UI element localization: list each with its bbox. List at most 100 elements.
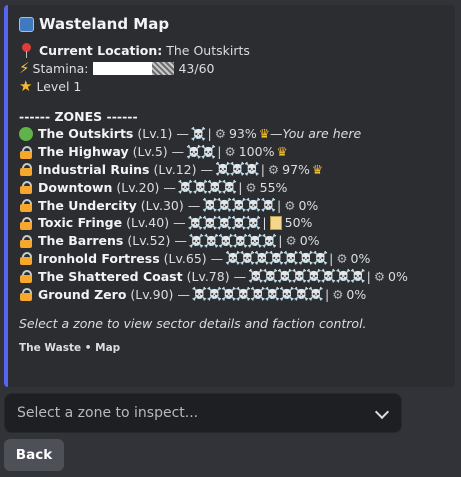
- zone-name: The Shattered Coast: [38, 268, 183, 284]
- zone-name: The Highway: [38, 144, 129, 160]
- zone-name: The Undercity: [38, 197, 137, 213]
- star-icon: ★: [19, 77, 33, 95]
- zone-level: (Lv.90): [130, 286, 174, 302]
- zone-stat: 100%: [238, 144, 275, 160]
- zone-stat: 93%: [228, 126, 257, 142]
- skull-icons: ☠️☠️☠️☠️☠️: [187, 214, 262, 230]
- zone-row: Ironhold Fortress (Lv.65) — ☠️☠️☠️☠️☠️☠️☠…: [19, 250, 447, 268]
- zone-stat: 0%: [388, 268, 408, 284]
- zone-level: (Lv.12): [153, 161, 197, 177]
- zone-name: Industrial Ruins: [38, 161, 150, 177]
- skull-icons: ☠️☠️☠️☠️: [177, 179, 237, 195]
- zone-name: Toxic Fringe: [38, 215, 123, 231]
- lock-icon: [19, 287, 33, 302]
- lock-icon: [19, 198, 33, 213]
- zone-row: The Highway (Lv.5) — ☠️☠️ | ⚙ 100% ♛: [19, 143, 447, 161]
- skull-icons: ☠️☠️☠️☠️☠️☠️: [188, 232, 277, 248]
- gear-icon: ⚙: [245, 179, 257, 195]
- zone-row: The Shattered Coast (Lv.78) — ☠️☠️☠️☠️☠️☠…: [19, 267, 447, 285]
- zone-stat: 50%: [284, 215, 313, 231]
- lock-icon: [19, 162, 33, 177]
- skull-icons: ☠️☠️☠️☠️☠️☠️☠️☠️: [248, 268, 366, 284]
- lock-icon: [19, 269, 33, 284]
- lock-icon: [19, 216, 33, 230]
- skull-icons: ☠️☠️☠️☠️☠️☠️☠️: [225, 250, 328, 266]
- gear-icon: ⚙: [285, 233, 297, 249]
- current-location-line: Current Location: The Outskirts: [19, 41, 447, 59]
- chevron-down-icon: [374, 404, 390, 420]
- zone-select-placeholder: Select a zone to inspect...: [17, 405, 199, 421]
- embed-footer: The Waste • Map: [19, 341, 121, 354]
- lock-icon: [19, 180, 33, 195]
- zone-stat: 0%: [299, 233, 320, 249]
- zones-header: ------ ZONES ------: [19, 108, 138, 124]
- level-text: Level 1: [36, 78, 82, 94]
- scroll-icon: [269, 215, 282, 230]
- zone-row: The Barrens (Lv.52) — ☠️☠️☠️☠️☠️☠️ | ⚙ 0%: [19, 232, 447, 250]
- back-button[interactable]: Back: [4, 439, 64, 471]
- crown-icon: ♛: [311, 161, 324, 177]
- embed-accent-bar: [4, 5, 8, 387]
- map-icon: [19, 16, 34, 32]
- stamina-value: 43/60: [178, 60, 215, 76]
- zones-list: The Outskirts (Lv.1) — ☠️ | ⚙ 93% ♛ — You are…: [19, 125, 447, 303]
- pin-icon: [19, 42, 34, 58]
- zone-row: Industrial Ruins (Lv.12) — ☠️☠️☠️ | ⚙ 97% ♛: [19, 161, 447, 179]
- skull-icons: ☠️: [190, 125, 207, 141]
- zone-level: (Lv.5): [132, 144, 168, 160]
- zone-stat: 0%: [350, 250, 371, 266]
- stamina-line: ⚡ Stamina: 43/60: [19, 59, 447, 77]
- zone-row: Downtown (Lv.20) — ☠️☠️☠️☠️ | ⚙ 55%: [19, 178, 447, 196]
- gear-icon: ⚙: [224, 144, 236, 160]
- zone-row: The Outskirts (Lv.1) — ☠️ | ⚙ 93% ♛ — You are…: [19, 125, 447, 143]
- gear-icon: ⚙: [284, 197, 296, 213]
- skull-icons: ☠️☠️☠️☠️☠️☠️☠️☠️☠️: [191, 286, 324, 302]
- skull-icons: ☠️☠️☠️☠️☠️: [202, 197, 276, 213]
- lock-icon: [19, 145, 33, 159]
- wasteland-map-embed: Wasteland Map Current Location: The Outs…: [4, 5, 455, 387]
- skull-icons: ☠️☠️☠️: [214, 161, 260, 177]
- zone-name: Ironhold Fortress: [38, 250, 160, 266]
- stamina-bar: [92, 61, 175, 75]
- zone-name: The Outskirts: [38, 126, 134, 142]
- gear-icon: ⚙: [267, 161, 280, 177]
- zone-name: The Barrens: [38, 233, 124, 249]
- location-value: The Outskirts: [166, 42, 250, 58]
- zone-stat: 0%: [346, 286, 367, 302]
- gear-icon: ⚙: [373, 268, 386, 284]
- zone-level: (Lv.78): [186, 268, 230, 284]
- gear-icon: ⚙: [214, 126, 226, 142]
- zone-name: Downtown: [38, 179, 113, 195]
- lock-icon: [19, 234, 33, 248]
- location-label: Current Location:: [39, 42, 163, 58]
- stamina-bar-fill: [92, 61, 152, 75]
- zone-note: You are here: [282, 126, 362, 142]
- zone-stat: 55%: [259, 179, 288, 195]
- zone-row: Ground Zero (Lv.90) — ☠️☠️☠️☠️☠️☠️☠️☠️☠️ |…: [19, 285, 447, 303]
- lightning-icon: ⚡: [19, 59, 30, 77]
- crown-icon: ♛: [258, 126, 270, 142]
- zone-level: (Lv.65): [163, 250, 207, 266]
- zone-stat: 97%: [282, 161, 310, 177]
- zone-name: Ground Zero: [38, 286, 127, 302]
- level-line: ★ Level 1: [19, 77, 447, 95]
- zone-level: (Lv.20): [116, 179, 160, 195]
- zone-select[interactable]: Select a zone to inspect...: [4, 393, 402, 433]
- crown-icon: ♛: [276, 144, 288, 160]
- zone-level: (Lv.52): [127, 233, 171, 249]
- skull-icons: ☠️☠️: [186, 143, 216, 159]
- zone-level: (Lv.30): [140, 197, 184, 213]
- zone-row: The Undercity (Lv.30) — ☠️☠️☠️☠️☠️ | ⚙ 0%: [19, 196, 447, 214]
- stamina-bar-empty: [151, 61, 175, 75]
- green-circle-icon: [19, 126, 33, 141]
- embed-title: Wasteland Map: [19, 13, 447, 35]
- zone-row: Toxic Fringe (Lv.40) — ☠️☠️☠️☠️☠️ | 50%: [19, 214, 447, 232]
- gear-icon: ⚙: [336, 250, 348, 266]
- hint-text: Select a zone to view sector details and…: [19, 316, 367, 332]
- zone-level: (Lv.1): [137, 126, 173, 142]
- title-text: Wasteland Map: [39, 15, 170, 33]
- zone-stat: 0%: [298, 197, 319, 213]
- gear-icon: ⚙: [332, 286, 344, 302]
- lock-icon: [19, 251, 33, 266]
- zone-level: (Lv.40): [126, 215, 170, 231]
